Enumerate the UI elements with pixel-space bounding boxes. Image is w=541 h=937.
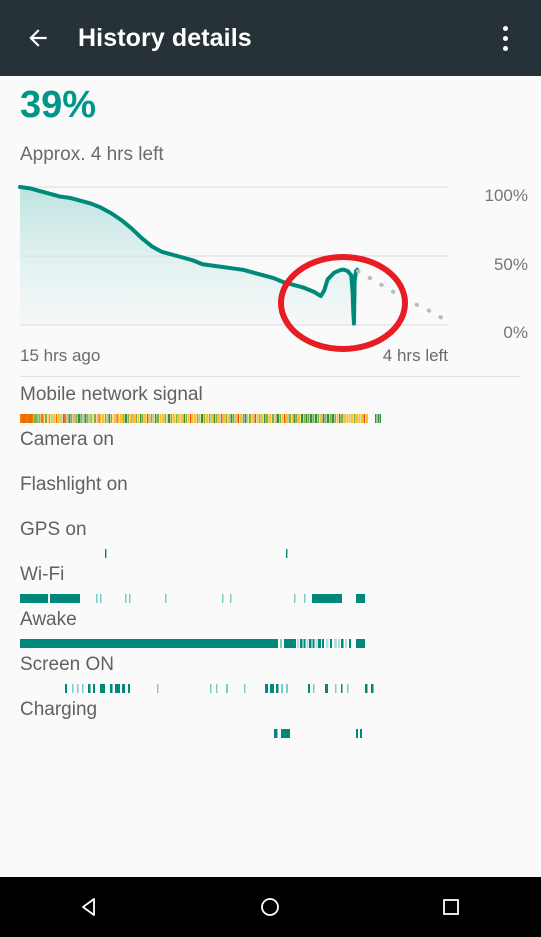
back-triangle-icon [82,898,96,916]
stat-row-label: Awake [20,609,77,630]
stat-row-bar [20,684,521,693]
page-title: History details [78,23,252,52]
stat-row-label: Screen ON [20,654,114,675]
stat-row-bar [20,594,521,603]
stat-row-bar [20,414,521,423]
stat-row: Wi-Fi [0,562,541,607]
nav-recents-button[interactable] [416,877,486,937]
chart-end-time: 4 hrs left [382,346,448,365]
stat-row-label: Flashlight on [20,474,128,495]
stat-row-bar [20,459,521,468]
y-axis-label-100: 100% [484,186,528,205]
more-vertical-icon-dot [502,25,508,31]
content-area: 39% Approx. 4 hrs left 100% 50% 0% 15 hr… [0,76,541,876]
section-divider [20,376,521,377]
stat-row-label: Charging [20,699,98,720]
stat-row-label: Mobile network signal [20,384,203,405]
stat-row-label: Wi-Fi [20,564,65,585]
android-nav-bar [0,877,541,937]
battery-history-screen: History details 39% Approx. 4 hrs left 1… [0,0,541,937]
app-toolbar: History details [0,0,541,76]
stats-list: Mobile network signal Camera on Flashlight… [0,382,541,742]
stat-row-label: GPS on [20,519,87,540]
more-vertical-icon-dot [502,45,508,51]
stat-row: Screen ON [0,652,541,697]
nav-home-button[interactable] [235,877,305,937]
overflow-menu-button[interactable] [477,10,533,66]
battery-percent: 39% [20,84,97,126]
battery-chart[interactable]: 100% 50% 0% [0,180,541,346]
stat-row: Camera on [0,427,541,472]
y-axis-label-0: 0% [503,323,528,342]
stat-row-label: Camera on [20,429,114,450]
arrow-left-icon [29,29,47,47]
battery-chart-svg [18,185,450,326]
recents-square-icon [442,899,459,915]
stat-row-bar [20,549,521,558]
stat-row-bar [20,639,521,648]
back-button[interactable] [10,10,66,66]
nav-back-button[interactable] [55,877,125,937]
stat-row-bar [20,729,521,738]
more-vertical-icon-dot [502,35,508,41]
stat-row-bar [20,504,521,513]
stat-row: GPS on [0,517,541,562]
stat-row: Flashlight on [0,472,541,517]
stat-row: Awake [0,607,541,652]
stat-row: Charging [0,697,541,742]
time-remaining-label: Approx. 4 hrs left [20,144,164,165]
y-axis-label-50: 50% [493,255,528,274]
stat-row: Mobile network signal [0,382,541,427]
home-circle-icon [261,898,280,916]
